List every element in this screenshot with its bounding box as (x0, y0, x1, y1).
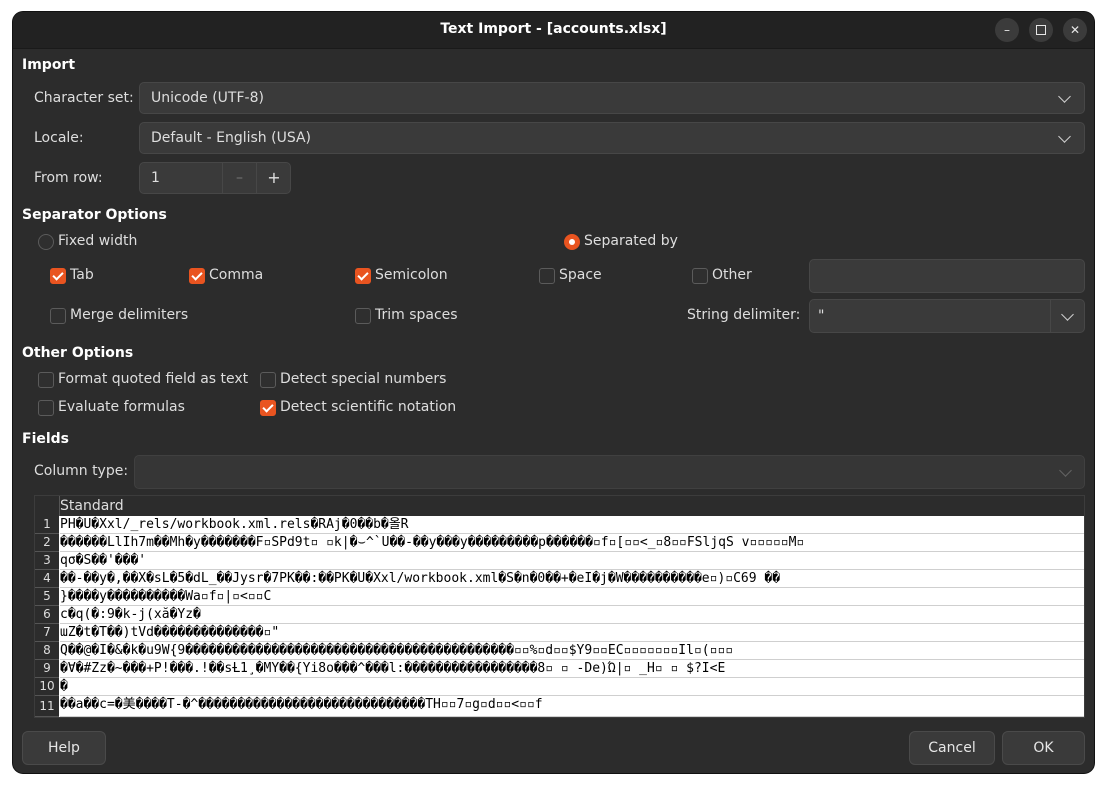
fields-heading: Fields (22, 431, 70, 447)
charset-label: Character set: (34, 90, 134, 106)
window-title: Text Import - [accounts.xlsx] (440, 21, 667, 37)
charset-value: Unicode (UTF-8) (151, 90, 264, 106)
locale-label: Locale: (34, 130, 84, 146)
minimize-button[interactable]: – (995, 18, 1019, 42)
column-type-label: Column type: (34, 463, 129, 479)
chevron-down-icon (1059, 464, 1072, 477)
string-delimiter-dropdown[interactable] (1050, 300, 1085, 332)
merge-delimiters-label: Merge delimiters (70, 307, 189, 323)
preview-header: Standard (35, 496, 1084, 516)
row-number: 11 (35, 696, 59, 717)
import-heading: Import (22, 57, 76, 73)
decrement-button[interactable]: – (222, 163, 256, 193)
merge-delimiters-checkbox[interactable] (50, 308, 66, 324)
evaluate-formulas-checkbox[interactable] (38, 400, 54, 416)
ok-button[interactable]: OK (1002, 731, 1085, 765)
format-quoted-label: Format quoted field as text (58, 371, 249, 387)
from-row-label: From row: (34, 170, 103, 186)
space-checkbox[interactable] (539, 268, 555, 284)
fixed-width-radio[interactable] (38, 234, 54, 250)
charset-select[interactable]: Unicode (UTF-8) (139, 82, 1085, 114)
row-number: 9 (35, 660, 59, 678)
preview-row[interactable]: ɯZ�t�T��)tVd��������������▫" (60, 624, 1084, 642)
maximize-icon (1036, 25, 1046, 35)
minus-icon: – (236, 170, 243, 186)
text-import-dialog: Text Import - [accounts.xlsx] – ✕ Import… (13, 12, 1094, 773)
locale-select[interactable]: Default - English (USA) (139, 122, 1085, 154)
semicolon-checkbox[interactable] (355, 268, 371, 284)
row-number: 3 (35, 552, 59, 570)
title-bar: Text Import - [accounts.xlsx] – ✕ (13, 12, 1094, 49)
other-checkbox[interactable] (692, 268, 708, 284)
preview-row[interactable]: ������LlIh7m��Mh�y�������F▫SPd9t▫ ▫k|�⌣^… (60, 534, 1084, 552)
plus-icon: + (267, 168, 281, 187)
maximize-button[interactable] (1029, 18, 1053, 42)
preview-row[interactable]: Q��@�I�&�k�u9W{9������������������������… (60, 642, 1084, 660)
import-preview-grid[interactable]: Standard 1 PH�U�Xxl/_rels/workbook.xml.re… (34, 495, 1085, 718)
trim-spaces-label: Trim spaces (375, 307, 458, 323)
from-row-spinner: 1 – + (139, 162, 291, 194)
chevron-down-icon (1058, 90, 1071, 103)
preview-row[interactable]: ��a��c=�美����T-�^�����������������������… (60, 696, 1084, 717)
other-separator-input[interactable] (809, 259, 1085, 293)
trim-spaces-checkbox[interactable] (355, 308, 371, 324)
increment-button[interactable]: + (256, 163, 291, 193)
space-label: Space (559, 267, 602, 283)
format-quoted-checkbox[interactable] (38, 372, 54, 388)
row-number: 10 (35, 678, 59, 696)
detect-special-label: Detect special numbers (280, 371, 447, 387)
row-number: 6 (35, 606, 59, 624)
preview-row[interactable]: PH�U�Xxl/_rels/workbook.xml.rels�RAj�0��… (60, 516, 1084, 534)
minimize-icon: – (1004, 23, 1010, 37)
preview-row[interactable]: c�q(�:9�k-j(xă�Yz� (60, 606, 1084, 624)
detect-scientific-label: Detect scientific notation (280, 399, 457, 415)
cancel-button[interactable]: Cancel (909, 731, 995, 765)
string-delimiter-combo[interactable]: " (809, 299, 1085, 333)
row-number: 5 (35, 588, 59, 606)
row-number: 2 (35, 534, 59, 552)
detect-special-checkbox[interactable] (260, 372, 276, 388)
chevron-down-icon (1058, 130, 1071, 143)
row-number: 8 (35, 642, 59, 660)
evaluate-formulas-label: Evaluate formulas (58, 399, 185, 415)
preview-row[interactable]: ��-��y�,��X�sL�5�dL_��Jysr�7PK��:��PK�U�… (60, 570, 1084, 588)
locale-value: Default - English (USA) (151, 130, 312, 146)
corner-cell (35, 496, 60, 516)
from-row-input[interactable]: 1 (151, 170, 160, 186)
other-label: Other (712, 267, 752, 283)
column-header[interactable]: Standard (60, 498, 124, 514)
separated-by-radio[interactable] (564, 234, 580, 250)
fixed-width-label: Fixed width (58, 233, 138, 249)
other-options-heading: Other Options (22, 345, 134, 361)
row-number: 4 (35, 570, 59, 588)
tab-label: Tab (70, 267, 94, 283)
semicolon-label: Semicolon (375, 267, 448, 283)
comma-checkbox[interactable] (189, 268, 205, 284)
close-button[interactable]: ✕ (1063, 18, 1087, 42)
separator-heading: Separator Options (22, 207, 167, 223)
tab-checkbox[interactable] (50, 268, 66, 284)
separated-by-label: Separated by (584, 233, 678, 249)
preview-row[interactable]: qσ�S��'���' (60, 552, 1084, 570)
preview-row[interactable]: �Ɐ�#Zz�~���+P!���.!��sȽ1¸�MY��{Yi8o���^�… (60, 660, 1084, 678)
preview-row[interactable]: � (60, 678, 1084, 696)
help-button[interactable]: Help (22, 731, 106, 765)
column-type-select[interactable] (134, 455, 1085, 489)
comma-label: Comma (209, 267, 264, 283)
row-number: 1 (35, 516, 59, 534)
string-delimiter-label: String delimiter: (687, 307, 801, 323)
preview-row[interactable]: }����y����������Wa▫f▫|▫<▫▫C (60, 588, 1084, 606)
close-icon: ✕ (1069, 23, 1081, 37)
row-number: 7 (35, 624, 59, 642)
string-delimiter-value: " (818, 308, 825, 324)
detect-scientific-checkbox[interactable] (260, 400, 276, 416)
chevron-down-icon (1061, 308, 1074, 321)
